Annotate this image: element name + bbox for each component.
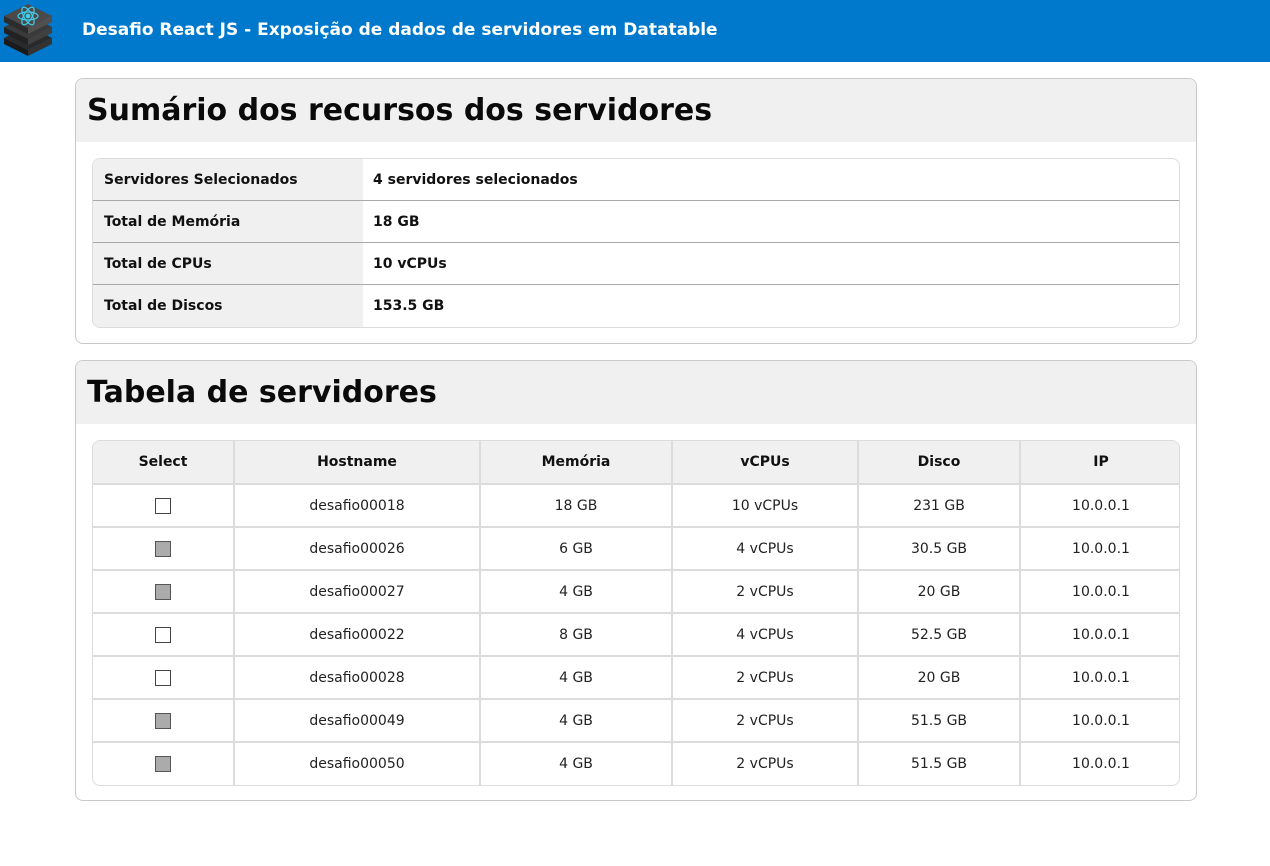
hostname-cell: desafio00050 bbox=[234, 742, 481, 785]
disk-cell: 51.5 GB bbox=[858, 742, 1021, 785]
disk-cell: 231 GB bbox=[858, 484, 1021, 528]
summary-value: 18 GB bbox=[373, 213, 420, 230]
vcpus-cell: 10 vCPUs bbox=[672, 484, 859, 528]
memory-cell: 4 GB bbox=[480, 656, 673, 700]
summary-label: Total de Memória bbox=[93, 201, 363, 242]
disk-cell: 20 GB bbox=[858, 656, 1021, 700]
servers-panel-header: Tabela de servidores bbox=[76, 361, 1196, 424]
top-app-bar: Desafio React JS - Exposição de dados de… bbox=[0, 0, 1270, 62]
vcpus-cell: 2 vCPUs bbox=[672, 656, 859, 700]
ip-cell: 10.0.0.1 bbox=[1020, 699, 1179, 743]
column-header-disk[interactable]: Disco bbox=[858, 441, 1021, 485]
select-cell bbox=[93, 527, 235, 571]
table-row[interactable]: desafio00018 18 GB 10 vCPUs 231 GB 10.0.0.1 bbox=[93, 484, 1179, 528]
table-row[interactable]: desafio00026 6 GB 4 vCPUs 30.5 GB 10.0.0.1 bbox=[93, 527, 1179, 571]
ip-cell: 10.0.0.1 bbox=[1020, 527, 1179, 571]
ip-cell: 10.0.0.1 bbox=[1020, 570, 1179, 614]
hostname-cell: desafio00018 bbox=[234, 484, 481, 528]
ip-cell: 10.0.0.1 bbox=[1020, 613, 1179, 657]
table-row[interactable]: desafio00027 4 GB 2 vCPUs 20 GB 10.0.0.1 bbox=[93, 570, 1179, 614]
ip-cell: 10.0.0.1 bbox=[1020, 484, 1179, 528]
summary-table: Servidores Selecionados 4 servidores sel… bbox=[92, 158, 1180, 328]
row-select-checkbox[interactable] bbox=[155, 540, 171, 557]
row-select-checkbox[interactable] bbox=[155, 712, 171, 729]
column-header-vcpus[interactable]: vCPUs bbox=[672, 441, 859, 485]
memory-cell: 8 GB bbox=[480, 613, 673, 657]
summary-value: 4 servidores selecionados bbox=[373, 171, 578, 188]
vcpus-cell: 4 vCPUs bbox=[672, 613, 859, 657]
servers-panel: Tabela de servidores Select Hostname Mem… bbox=[75, 360, 1197, 801]
summary-label: Total de CPUs bbox=[93, 243, 363, 284]
hostname-cell: desafio00022 bbox=[234, 613, 481, 657]
memory-cell: 4 GB bbox=[480, 570, 673, 614]
vcpus-cell: 2 vCPUs bbox=[672, 699, 859, 743]
servers-title: Tabela de servidores bbox=[87, 375, 437, 410]
summary-row-cpus: Total de CPUs 10 vCPUs bbox=[93, 243, 1179, 285]
column-header-ip[interactable]: IP bbox=[1020, 441, 1179, 485]
row-select-checkbox[interactable] bbox=[155, 583, 171, 600]
vcpus-cell: 2 vCPUs bbox=[672, 742, 859, 785]
disk-cell: 20 GB bbox=[858, 570, 1021, 614]
disk-cell: 51.5 GB bbox=[858, 699, 1021, 743]
summary-panel-header: Sumário dos recursos dos servidores bbox=[76, 79, 1196, 142]
hostname-cell: desafio00027 bbox=[234, 570, 481, 614]
memory-cell: 4 GB bbox=[480, 742, 673, 785]
summary-row-selected: Servidores Selecionados 4 servidores sel… bbox=[93, 159, 1179, 201]
row-select-checkbox[interactable] bbox=[155, 756, 171, 772]
ip-cell: 10.0.0.1 bbox=[1072, 756, 1130, 772]
summary-value: 153.5 GB bbox=[373, 298, 445, 314]
table-row[interactable]: desafio00022 8 GB 4 vCPUs 52.5 GB 10.0.0.1 bbox=[93, 613, 1179, 657]
hostname-cell: desafio00028 bbox=[234, 656, 481, 700]
ip-cell: 10.0.0.1 bbox=[1020, 656, 1179, 700]
table-row[interactable]: desafio00028 4 GB 2 vCPUs 20 GB 10.0.0.1 bbox=[93, 656, 1179, 700]
summary-row-memory: Total de Memória 18 GB bbox=[93, 201, 1179, 243]
select-cell bbox=[93, 570, 235, 614]
row-select-checkbox[interactable] bbox=[155, 626, 171, 643]
table-header-row: Select Hostname Memória vCPUs Disco IP bbox=[93, 441, 1179, 485]
hostname-cell: desafio00026 bbox=[234, 527, 481, 571]
memory-cell: 6 GB bbox=[480, 527, 673, 571]
select-cell bbox=[93, 742, 235, 785]
summary-row-disks: Total de Discos 153.5 GB bbox=[93, 285, 1179, 327]
hostname-cell: desafio00049 bbox=[234, 699, 481, 743]
summary-value: 10 vCPUs bbox=[373, 255, 447, 272]
select-cell bbox=[93, 656, 235, 700]
summary-title: Sumário dos recursos dos servidores bbox=[87, 93, 713, 128]
row-select-checkbox[interactable] bbox=[155, 497, 171, 514]
vcpus-cell: 4 vCPUs bbox=[672, 527, 859, 571]
column-header-memory[interactable]: Memória bbox=[480, 441, 673, 485]
disk-cell: 30.5 GB bbox=[858, 527, 1021, 571]
memory-cell: 4 GB bbox=[480, 699, 673, 743]
column-header-select[interactable]: Select bbox=[93, 441, 235, 485]
disk-cell: 52.5 GB bbox=[858, 613, 1021, 657]
memory-cell: 18 GB bbox=[480, 484, 673, 528]
app-title: Desafio React JS - Exposição de dados de… bbox=[82, 20, 718, 40]
select-cell bbox=[93, 613, 235, 657]
summary-label: Servidores Selecionados bbox=[93, 159, 363, 200]
summary-label: Total de Discos bbox=[93, 285, 363, 327]
column-header-hostname[interactable]: Hostname bbox=[234, 441, 481, 485]
servers-table: Select Hostname Memória vCPUs Disco IP d… bbox=[92, 440, 1180, 786]
summary-panel: Sumário dos recursos dos servidores Serv… bbox=[75, 78, 1197, 344]
select-cell bbox=[93, 484, 235, 528]
row-select-checkbox[interactable] bbox=[155, 669, 171, 686]
select-cell bbox=[93, 699, 235, 743]
table-row[interactable]: desafio00050 4 GB 2 vCPUs 51.5 GB 10.0.0.1 bbox=[93, 742, 1179, 785]
vcpus-cell: 2 vCPUs bbox=[672, 570, 859, 614]
table-row[interactable]: desafio00049 4 GB 2 vCPUs 51.5 GB 10.0.0.1 bbox=[93, 699, 1179, 743]
react-server-stack-icon bbox=[4, 4, 52, 56]
